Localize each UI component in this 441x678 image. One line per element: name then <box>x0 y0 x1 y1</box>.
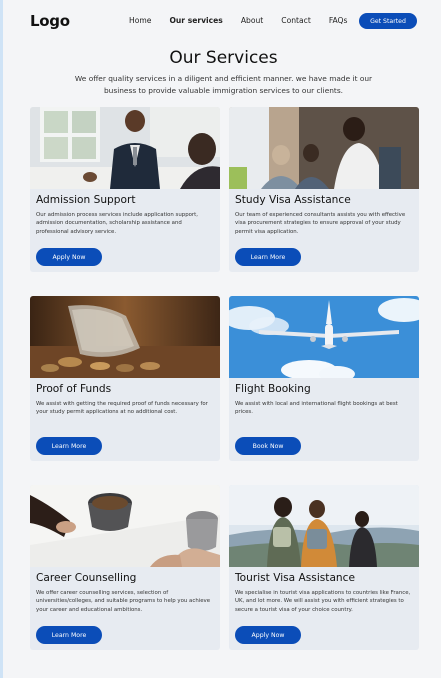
service-card-career-counselling: Career Counselling We offer career couns… <box>30 485 220 650</box>
card-description: We specialise in tourist visa applicatio… <box>235 590 411 613</box>
book-now-button[interactable]: Book Now <box>235 437 301 455</box>
nav-link-home[interactable]: Home <box>129 16 151 25</box>
hikers-photo <box>229 485 419 567</box>
card-title: Career Counselling <box>36 572 137 584</box>
logo[interactable]: Logo <box>30 12 70 30</box>
learn-more-button[interactable]: Learn More <box>36 437 102 455</box>
card-description: We assist with local and international f… <box>235 401 398 416</box>
apply-now-button[interactable]: Apply Now <box>36 248 102 266</box>
card-title: Admission Support <box>36 194 136 206</box>
card-title: Proof of Funds <box>36 383 112 395</box>
service-card-flight-booking: Flight Booking We assist with local and … <box>229 296 419 461</box>
coffee-cups-photo <box>30 485 220 567</box>
top-nav: Logo Home Our services About Contact FAQ… <box>30 10 417 32</box>
service-card-proof-of-funds: Proof of Funds We assist with getting th… <box>30 296 220 461</box>
office-meeting-photo <box>30 107 220 189</box>
coins-jar-photo <box>30 296 220 378</box>
card-description: We assist with getting the required proo… <box>36 401 208 416</box>
card-title: Tourist Visa Assistance <box>235 572 355 584</box>
service-card-admission-support: Admission Support Our admission process … <box>30 107 220 272</box>
get-started-button[interactable]: Get Started <box>359 13 417 29</box>
card-title: Flight Booking <box>235 383 311 395</box>
nav-link-faqs[interactable]: FAQs <box>329 16 348 25</box>
service-card-study-visa: Study Visa Assistance Our team of experi… <box>229 107 419 272</box>
card-description: Our admission process services include a… <box>36 212 198 235</box>
service-card-tourist-visa: Tourist Visa Assistance We specialise in… <box>229 485 419 650</box>
nav-link-about[interactable]: About <box>241 16 263 25</box>
learn-more-button[interactable]: Learn More <box>36 626 102 644</box>
page-frame: Logo Home Our services About Contact FAQ… <box>0 0 441 678</box>
nav-links: Home Our services About Contact FAQs <box>129 16 366 25</box>
airplane-sky-photo <box>229 296 419 378</box>
nav-link-our-services[interactable]: Our services <box>169 16 222 25</box>
page-title: Our Services <box>169 48 278 68</box>
students-photo <box>229 107 419 189</box>
card-description: We offer career counselling services, se… <box>36 590 211 613</box>
apply-now-button[interactable]: Apply Now <box>235 626 301 644</box>
card-description: Our team of experienced consultants assi… <box>235 212 406 235</box>
nav-link-contact[interactable]: Contact <box>281 16 311 25</box>
learn-more-button[interactable]: Learn More <box>235 248 301 266</box>
intro-text: We offer quality services in a diligent … <box>74 74 373 95</box>
card-title: Study Visa Assistance <box>235 194 351 206</box>
